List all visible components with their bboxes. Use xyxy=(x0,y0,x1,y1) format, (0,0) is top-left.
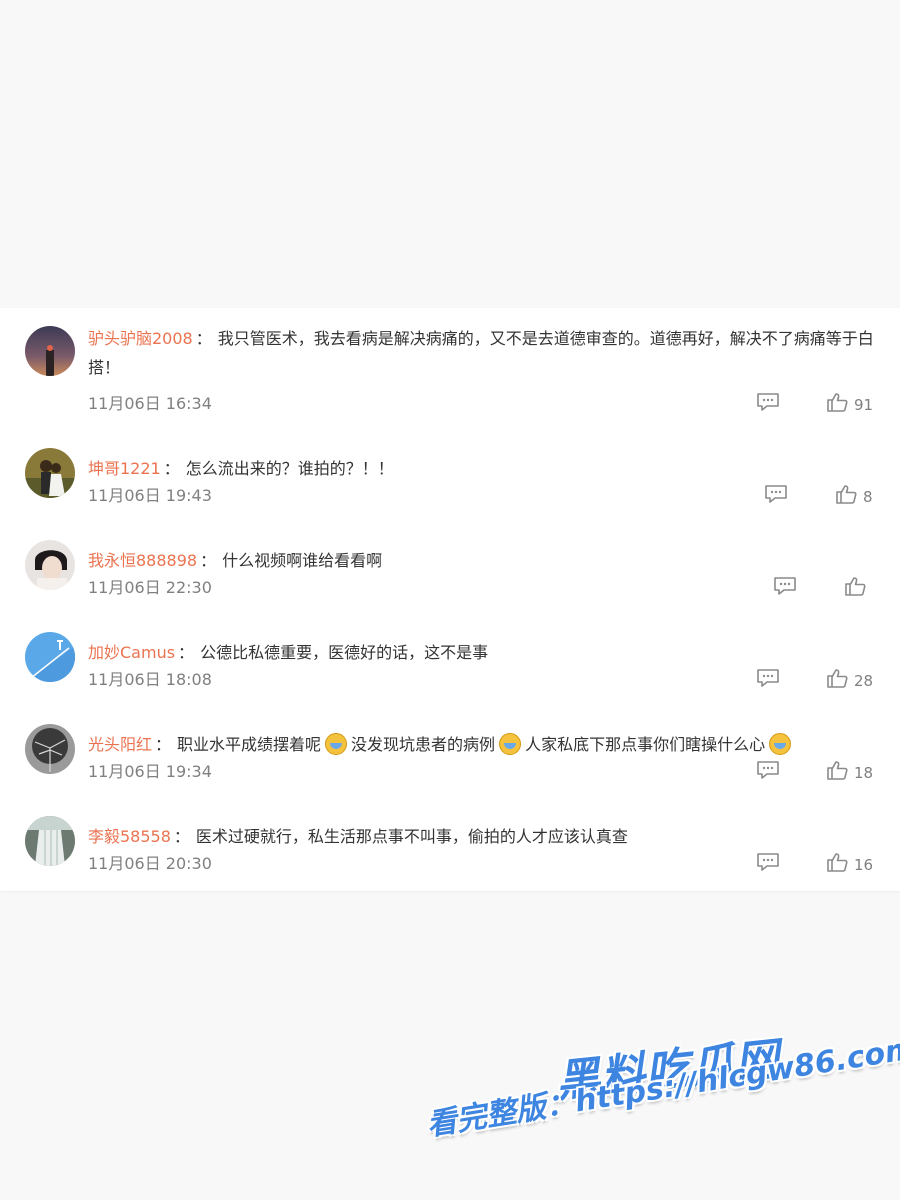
comment-item: 驴头驴脑2008：我只管医术，我去看病是解决病痛的，又不是去道德审查的。道德再好… xyxy=(0,308,900,414)
comment-item: 李毅58558： 医术过硬就行，私生活那点事不叫事，偷拍的人才应该认真查 11月0… xyxy=(0,802,900,882)
username-link[interactable]: 我永恒888898 xyxy=(88,551,197,570)
avatar-portrait-icon xyxy=(25,540,75,590)
comment-text-block: 李毅58558： 医术过硬就行，私生活那点事不叫事，偷拍的人才应该认真查 xyxy=(88,822,874,851)
comment-list: 驴头驴脑2008：我只管医术，我去看病是解决病痛的，又不是去道德审查的。道德再好… xyxy=(0,308,900,891)
avatar[interactable] xyxy=(25,632,75,682)
avatar-couple-icon xyxy=(25,448,75,498)
separator: ： xyxy=(163,459,180,478)
like-icon[interactable] xyxy=(826,851,848,873)
like-icon[interactable] xyxy=(844,575,866,597)
avatar[interactable] xyxy=(25,540,75,590)
like-icon[interactable] xyxy=(826,391,848,413)
like-icon[interactable] xyxy=(826,667,848,689)
username-link[interactable]: 李毅58558 xyxy=(88,827,171,846)
reply-icon[interactable] xyxy=(756,668,780,688)
comment-timestamp: 11月06日 18:08 xyxy=(88,670,212,689)
laugh-cry-emoji-icon xyxy=(499,733,522,755)
watermark: 黑料吃瓜网 看完整版：https://hlcgw86.com xyxy=(424,1030,900,1190)
avatar-dusk-icon xyxy=(25,326,75,376)
like-icon[interactable] xyxy=(835,483,857,505)
comment-content-part: 人家私底下那点事你们瞎操什么心 xyxy=(525,735,766,754)
separator: ： xyxy=(200,551,217,570)
username-link[interactable]: 坤哥1221 xyxy=(88,459,161,478)
comment-content: 公德比私德重要，医德好的话，这不是事 xyxy=(200,643,489,662)
separator: ： xyxy=(195,329,212,348)
comment-text-block: 加妙Camus： 公德比私德重要，医德好的话，这不是事 xyxy=(88,638,874,667)
like-icon[interactable] xyxy=(826,759,848,781)
comment-content: 怎么流出来的？谁拍的？！！ xyxy=(185,459,394,478)
avatar[interactable] xyxy=(25,816,75,866)
avatar[interactable] xyxy=(25,448,75,498)
avatar[interactable] xyxy=(25,326,75,376)
comment-content: 医术过硬就行，私生活那点事不叫事，偷拍的人才应该认真查 xyxy=(195,827,628,846)
avatar[interactable] xyxy=(25,724,75,774)
like-count: 28 xyxy=(854,672,874,690)
like-count: 8 xyxy=(863,488,873,506)
avatar-waterfall-icon xyxy=(25,816,75,866)
comment-item: 我永恒888898： 什么视频啊谁给看看啊 11月06日 22:30 xyxy=(0,526,900,606)
reply-icon[interactable] xyxy=(764,484,788,504)
comment-timestamp: 11月06日 22:30 xyxy=(88,578,212,597)
username-link[interactable]: 光头阳红 xyxy=(88,735,152,754)
like-count: 91 xyxy=(854,396,874,414)
comment-timestamp: 11月06日 19:43 xyxy=(88,486,212,505)
avatar-tree-icon xyxy=(25,724,75,774)
comment-content-part: 没发现坑患者的病例 xyxy=(351,735,496,754)
username-link[interactable]: 加妙Camus xyxy=(88,643,175,662)
like-count: 18 xyxy=(854,764,874,782)
comment-timestamp: 11月06日 19:34 xyxy=(88,762,212,781)
laugh-cry-emoji-icon xyxy=(325,733,348,755)
comment-item: 光头阳红： 职业水平成绩摆着呢 没发现坑患者的病例 人家私底下那点事你们瞎操什么心 1… xyxy=(0,710,900,790)
comment-text-block: 坤哥1221： 怎么流出来的？谁拍的？！！ xyxy=(88,454,874,483)
comment-text-block: 我永恒888898： 什么视频啊谁给看看啊 xyxy=(88,546,874,575)
separator: ： xyxy=(178,643,195,662)
reply-icon[interactable] xyxy=(773,576,797,596)
separator: ： xyxy=(173,827,190,846)
comment-item: 加妙Camus：公德比私德重要，医德好的话，这不是事 11月06日 18:08 … xyxy=(0,618,900,698)
comment-timestamp: 11月06日 16:34 xyxy=(88,394,212,413)
comment-content-part: 职业水平成绩摆着呢 xyxy=(177,735,322,754)
username-link[interactable]: 驴头驴脑2008 xyxy=(88,329,193,348)
comment-timestamp: 11月06日 20:30 xyxy=(88,854,212,873)
reply-icon[interactable] xyxy=(756,852,780,872)
comment-item: 坤哥1221： 怎么流出来的？谁拍的？！！ 11月06日 19:43 8 xyxy=(0,434,900,514)
comment-text-block: 驴头驴脑2008：我只管医术，我去看病是解决病痛的，又不是去道德审查的。道德再好… xyxy=(88,324,874,382)
laugh-cry-emoji-icon xyxy=(769,733,792,755)
comment-content: 什么视频啊谁给看看啊 xyxy=(222,551,383,570)
avatar-sky-icon xyxy=(25,632,75,682)
like-count: 16 xyxy=(854,856,874,874)
reply-icon[interactable] xyxy=(756,760,780,780)
reply-icon[interactable] xyxy=(756,392,780,412)
comment-text-block: 光头阳红： 职业水平成绩摆着呢 没发现坑患者的病例 人家私底下那点事你们瞎操什么心 xyxy=(88,730,874,759)
separator: ： xyxy=(155,735,172,754)
